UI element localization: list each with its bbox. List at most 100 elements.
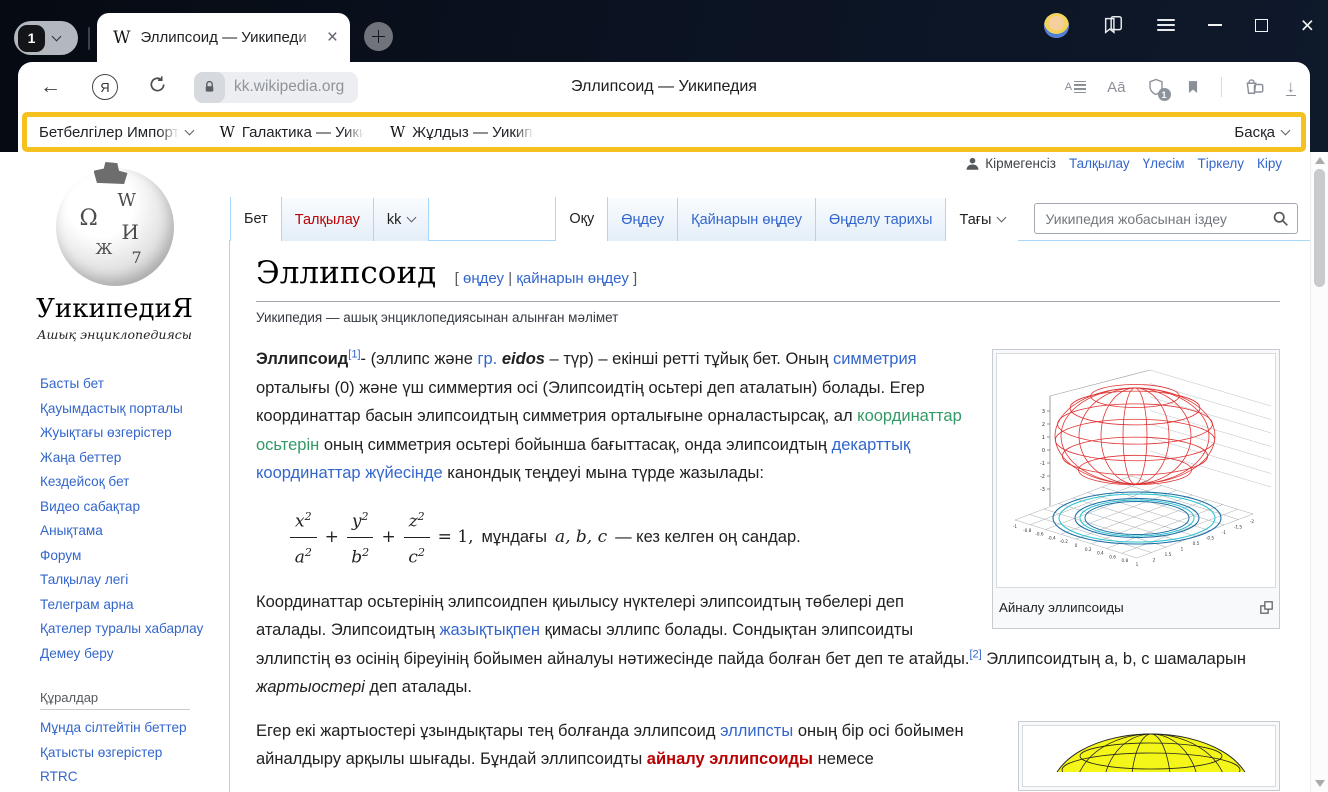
text-run: – түр) – екінші ретті тұйық бет. Оның — [545, 350, 833, 368]
fraction: z2c2 — [404, 503, 430, 572]
wikipedia-globe-logo[interactable]: ΩWИ Ж7 — [56, 168, 174, 286]
yandex-icon[interactable]: Я — [92, 74, 118, 100]
scroll-up-arrow[interactable] — [1315, 157, 1325, 164]
translate-icon[interactable]: Aā — [1107, 79, 1125, 96]
wiki-link[interactable]: гр. — [477, 350, 497, 368]
edit-source-link[interactable]: қайнарын өңдеу — [516, 270, 629, 287]
browser-window: 1 W Эллипсоид — Уикипеди × × ← — [0, 0, 1328, 792]
maximize-button[interactable] — [1255, 19, 1268, 32]
article-tab-талқылау[interactable]: Талқылау — [282, 198, 374, 241]
scroll-down-arrow[interactable] — [1315, 780, 1325, 787]
active-browser-tab[interactable]: W Эллипсоид — Уикипеди × — [97, 13, 350, 62]
article-tab-оқу[interactable]: Оқу — [555, 197, 608, 241]
svg-text:0.4: 0.4 — [1097, 551, 1104, 556]
wiki-link[interactable]: симметрия — [833, 350, 917, 368]
bookmark-icon[interactable] — [1186, 78, 1200, 96]
exponent: 2 — [362, 546, 369, 559]
lock-icon[interactable] — [194, 72, 225, 103]
text-run: немесе — [813, 750, 874, 768]
edit-link[interactable]: өңдеу — [463, 270, 504, 287]
thumbnail-2[interactable] — [1018, 721, 1280, 792]
sidebar-link[interactable]: Кездейсоқ бет — [40, 470, 205, 495]
tab-label: Қайнарын өңдеу — [691, 212, 802, 228]
chevron-down-icon — [185, 125, 195, 135]
svg-text:0.2: 0.2 — [1085, 547, 1092, 552]
sidebar-link[interactable]: Видео сабақтар — [40, 495, 205, 520]
svg-text:2: 2 — [1153, 557, 1156, 562]
chevron-down-icon — [997, 213, 1007, 223]
sidebar-link[interactable]: Жуықтағы өзгерістер — [40, 421, 205, 446]
thumbnail-1[interactable]: 3210-1-2-3-1-0.8-0.6-0.4-0.200.20.40.60.… — [992, 349, 1280, 629]
address-bar[interactable]: kk.wikipedia.org — [194, 72, 358, 103]
reference-link[interactable]: [1] — [348, 349, 360, 361]
bookmark-item[interactable]: WЖұлдыз — Уикипе — [390, 123, 534, 141]
sidebar-link[interactable]: Басты бет — [40, 372, 205, 397]
close-button[interactable]: × — [1301, 15, 1314, 35]
sidebar-link[interactable]: Талқылау легі — [40, 568, 205, 593]
svg-text:-0.4: -0.4 — [1048, 535, 1057, 540]
sidebar-link[interactable]: Анықтама — [40, 519, 205, 544]
protect-shield-icon[interactable]: 1 — [1147, 77, 1165, 97]
text-run: мұндағы — [482, 523, 547, 552]
article-tab-бет[interactable]: Бет — [230, 197, 282, 241]
menu-icon[interactable] — [1157, 19, 1175, 31]
personal-bar: Кірмегенсіз ТалқылауҮлесімТіркелуКіру — [965, 156, 1282, 171]
tab-label: Оқу — [569, 211, 594, 227]
minimize-button[interactable] — [1208, 24, 1222, 26]
svg-text:-2: -2 — [1040, 474, 1045, 480]
text-run: Егер екі жартыостері ұзындықтары тең бол… — [256, 722, 720, 740]
reader-mode-icon[interactable]: A — [1065, 79, 1086, 95]
personal-link[interactable]: Талқылау — [1069, 156, 1130, 171]
sidebar-link[interactable]: Форум — [40, 544, 205, 569]
search-input[interactable] — [1045, 211, 1272, 227]
reference-link[interactable]: [2] — [969, 648, 981, 660]
article-tab-kk[interactable]: kk — [374, 198, 430, 241]
search-icon[interactable] — [1272, 210, 1289, 227]
reference-anchor[interactable]: [2] — [969, 648, 981, 660]
personal-link[interactable]: Үлесім — [1143, 156, 1185, 171]
article-tabs: БетТалқылауkk Оқу Өңдеу Қайнарын өңдеу Өңде… — [230, 197, 1310, 241]
text-run: орталығы (0) және үш симмертия осі (Элип… — [256, 379, 925, 426]
svg-text:3: 3 — [1042, 409, 1045, 415]
personal-link[interactable]: Тіркелу — [1198, 156, 1245, 171]
article-tab-тағы[interactable]: Тағы — [946, 198, 1018, 241]
bookmarks-more-button[interactable]: Басқа — [1234, 124, 1289, 141]
svg-text:-1.5: -1.5 — [1234, 524, 1243, 529]
tools-link[interactable]: Қатысты өзгерістер — [40, 741, 190, 766]
text-run: Эллипсоид — [256, 350, 348, 368]
sidebar-link[interactable]: Қауымдастық порталы — [40, 397, 205, 422]
reference-anchor[interactable]: [1] — [348, 349, 360, 361]
article-tab-өңделу-тарихы[interactable]: Өңделу тарихы — [816, 198, 946, 241]
bookmark-item[interactable]: WГалактика — Уики — [219, 123, 363, 141]
reload-icon[interactable] — [148, 75, 167, 99]
download-icon[interactable]: ↓ — [1286, 78, 1297, 97]
personal-link[interactable]: Кіру — [1257, 156, 1282, 171]
plus-operator: + — [325, 523, 339, 552]
numerator: x2 — [290, 503, 317, 538]
sidebar-link[interactable]: Жаңа беттер — [40, 446, 205, 471]
tab-counter-button[interactable]: 1 — [14, 21, 78, 55]
tools-link[interactable]: RTRC — [40, 765, 190, 790]
profile-avatar[interactable] — [1044, 13, 1069, 38]
sidebar-link[interactable]: Қателер туралы хабарлау — [40, 617, 205, 642]
tab-close-icon[interactable]: × — [327, 28, 338, 47]
scrollbar-thumb[interactable] — [1314, 169, 1325, 287]
wiki-link[interactable]: эллипсты — [720, 722, 793, 740]
article-tab-өңдеу[interactable]: Өңдеу — [608, 198, 678, 241]
article-tab-қайнарын-өңдеу[interactable]: Қайнарын өңдеу — [678, 198, 816, 241]
new-tab-button[interactable] — [364, 22, 393, 51]
sidebar-link[interactable]: Телеграм арна — [40, 593, 205, 618]
extensions-icon[interactable] — [1243, 77, 1265, 97]
wiki-link[interactable]: жазықтықпен — [439, 621, 540, 639]
svg-text:-0.2: -0.2 — [1060, 539, 1069, 544]
back-button[interactable]: ← — [40, 75, 61, 99]
bookmarks-panel-icon[interactable] — [1102, 14, 1124, 36]
expand-icon[interactable] — [1260, 601, 1273, 614]
bookmarks-import-button[interactable]: Бетбелгілер Импорт — [39, 124, 193, 141]
wiki-search-box[interactable] — [1034, 203, 1298, 234]
wiki-link[interactable]: айналу эллипсоиды — [647, 750, 813, 768]
page-scrollbar[interactable] — [1310, 152, 1328, 792]
tools-link[interactable]: Мұнда сілтейтін беттер — [40, 716, 190, 741]
sidebar-link[interactable]: Демеу беру — [40, 642, 205, 667]
svg-text:2: 2 — [1042, 422, 1045, 428]
